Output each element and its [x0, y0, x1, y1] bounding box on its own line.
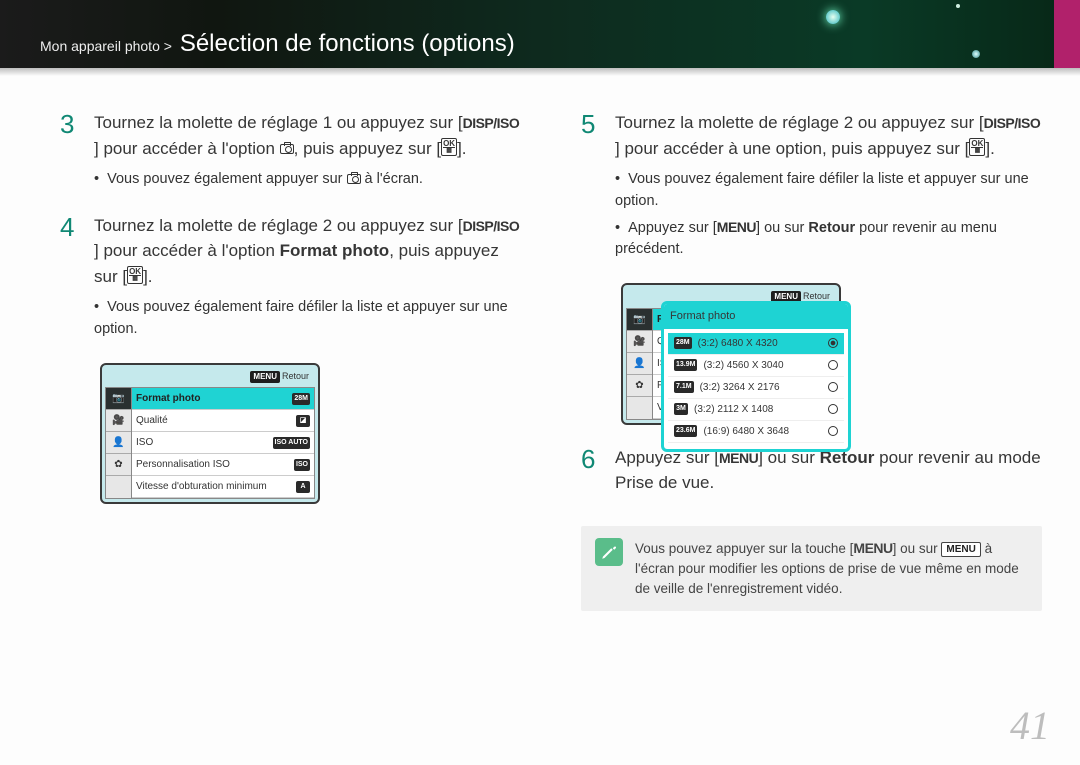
lcd-tab-user: 👤 — [106, 432, 131, 454]
bullet-item: Appuyez sur [MENU] ou sur Retour pour re… — [615, 217, 1042, 262]
step-number: 3 — [60, 110, 82, 195]
ok-button-icon: OK▦ — [127, 266, 143, 284]
step-6: 6 Appuyez sur [MENU] ou sur Retour pour … — [581, 445, 1042, 496]
bullet-item: Vous pouvez également appuyer sur à l'éc… — [94, 169, 521, 191]
header-shadow — [0, 68, 1080, 76]
lcd-row: Vitesse d'obturation minimumA — [132, 476, 314, 498]
lcd-tab-settings: ✿ — [106, 454, 131, 476]
step-number: 6 — [581, 445, 603, 496]
sparkle-decoration — [972, 50, 980, 58]
overlay-option: 3M(3:2) 2112 X 1408 — [668, 399, 844, 421]
ok-button-icon: OK▦ — [441, 138, 457, 156]
lcd-tab-strip: 📷 🎥 👤 ✿ — [626, 308, 652, 420]
bullet-item: Vous pouvez également faire défiler la l… — [94, 297, 521, 341]
camera-icon — [280, 144, 294, 154]
ok-button-icon: OK▦ — [969, 138, 985, 156]
overlay-option: 7.1M(3:2) 3264 X 2176 — [668, 377, 844, 399]
sparkle-decoration — [826, 10, 840, 24]
bullet-item: Vous pouvez également faire défiler la l… — [615, 169, 1042, 213]
lcd-tab-strip: 📷 🎥 👤 ✿ — [105, 387, 131, 499]
lcd-tab-camera: 📷 — [627, 309, 652, 331]
step-text: Tournez la molette de réglage 1 ou appuy… — [94, 110, 521, 195]
step-5: 5 Tournez la molette de réglage 2 ou app… — [581, 110, 1042, 265]
disp-iso-button-label: DISP/ISO — [984, 113, 1041, 134]
lcd-tab-settings: ✿ — [627, 375, 652, 397]
disp-iso-button-label: DISP/ISO — [463, 113, 520, 134]
page-title: Sélection de fonctions (options) — [180, 30, 515, 57]
lcd-screenshot-1: MENURetour 📷 🎥 👤 ✿ Format photo28MQualit… — [100, 363, 320, 505]
lcd-tab-camera: 📷 — [106, 388, 131, 410]
lcd-row: ISOISO AUTO — [132, 432, 314, 454]
menu-onscreen-icon: MENU — [941, 542, 980, 557]
lcd-tab-user: 👤 — [627, 353, 652, 375]
step-4: 4 Tournez la molette de réglage 2 ou app… — [60, 213, 521, 345]
lcd-row: Format photo28M — [132, 388, 314, 410]
step-number: 5 — [581, 110, 603, 265]
overlay-option: 13.9M(3:2) 4560 X 3040 — [668, 355, 844, 377]
right-column: 5 Tournez la molette de réglage 2 ou app… — [581, 110, 1042, 611]
lcd-screenshot-2: MENURetour 📷 🎥 👤 ✿ FormQualiISOPersoVite… — [621, 283, 861, 425]
bullet-list: Vous pouvez également faire défiler la l… — [94, 297, 521, 341]
overlay-option: 28M(3:2) 6480 X 4320 — [668, 333, 844, 355]
bullet-list: Vous pouvez également appuyer sur à l'éc… — [94, 169, 521, 191]
breadcrumb-prefix: Mon appareil photo > — [40, 38, 172, 54]
left-column: 3 Tournez la molette de réglage 1 ou app… — [60, 110, 521, 611]
menu-pill-icon: MENU — [250, 371, 280, 383]
breadcrumb: Mon appareil photo > Sélection de foncti… — [40, 30, 515, 58]
step-number: 4 — [60, 213, 82, 345]
overlay-title: Format photo — [664, 304, 848, 329]
step-text: Appuyez sur [MENU] ou sur Retour pour re… — [615, 445, 1042, 496]
page-number: 41 — [1010, 702, 1050, 749]
lcd-tab-video: 🎥 — [627, 331, 652, 353]
lcd-row: Personnalisation ISOISO — [132, 454, 314, 476]
step-3: 3 Tournez la molette de réglage 1 ou app… — [60, 110, 521, 195]
lcd-top-bar: MENURetour — [105, 368, 315, 388]
lcd-tab-video: 🎥 — [106, 410, 131, 432]
step-text: Tournez la molette de réglage 2 ou appuy… — [615, 110, 1042, 265]
bullet-list: Vous pouvez également faire défiler la l… — [615, 169, 1042, 261]
note-pen-icon — [595, 538, 623, 566]
note-box: Vous pouvez appuyer sur la touche [MENU]… — [581, 526, 1042, 612]
note-text: Vous pouvez appuyer sur la touche [MENU]… — [635, 538, 1028, 600]
lcd-row: Qualité◪ — [132, 410, 314, 432]
overlay-option: 23.6M(16:9) 6480 X 3648 — [668, 421, 844, 443]
lcd-submenu-overlay: Format photo 28M(3:2) 6480 X 432013.9M(3… — [661, 301, 851, 452]
header-bar: Mon appareil photo > Sélection de foncti… — [0, 0, 1080, 68]
menu-button-label: MENU — [717, 217, 756, 238]
lcd-menu-list: Format photo28MQualité◪ISOISO AUTOPerson… — [131, 387, 315, 499]
camera-icon — [347, 174, 361, 184]
content-area: 3 Tournez la molette de réglage 1 ou app… — [0, 76, 1080, 611]
pink-accent-tab — [1054, 0, 1080, 68]
menu-button-label: MENU — [853, 538, 892, 559]
sparkle-decoration — [956, 4, 960, 8]
disp-iso-button-label: DISP/ISO — [463, 216, 520, 237]
step-text: Tournez la molette de réglage 2 ou appuy… — [94, 213, 521, 345]
